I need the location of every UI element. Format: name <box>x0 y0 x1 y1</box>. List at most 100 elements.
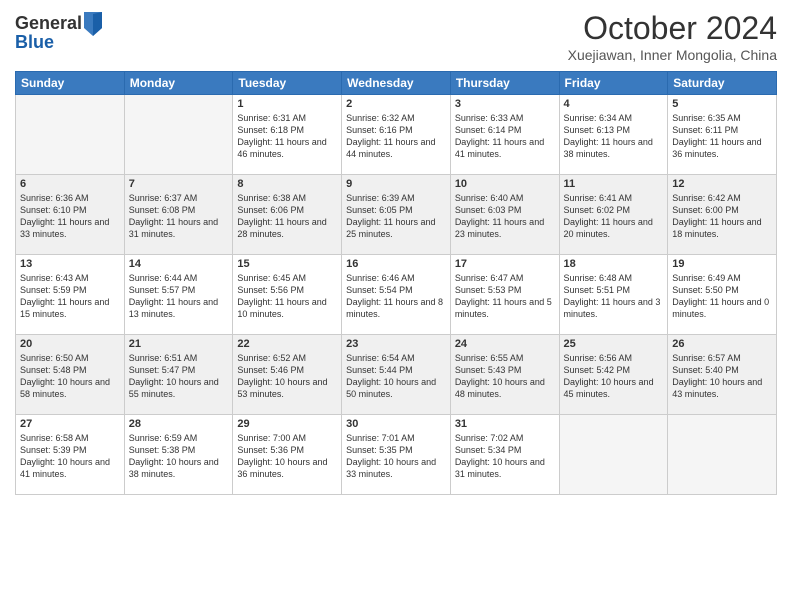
day-number: 30 <box>346 418 446 430</box>
sunrise: Sunrise: 6:55 AM <box>455 353 524 363</box>
sunset: Sunset: 6:02 PM <box>564 205 631 215</box>
day-number: 7 <box>129 178 229 190</box>
calendar-week-2: 6 Sunrise: 6:36 AM Sunset: 6:10 PM Dayli… <box>16 175 777 255</box>
calendar-week-3: 13 Sunrise: 6:43 AM Sunset: 5:59 PM Dayl… <box>16 255 777 335</box>
daylight: Daylight: 11 hours and 0 minutes. <box>672 297 769 319</box>
calendar-cell: 23 Sunrise: 6:54 AM Sunset: 5:44 PM Dayl… <box>342 335 451 415</box>
sunset: Sunset: 5:46 PM <box>237 365 304 375</box>
calendar-cell: 28 Sunrise: 6:59 AM Sunset: 5:38 PM Dayl… <box>124 415 233 495</box>
day-info: Sunrise: 6:52 AM Sunset: 5:46 PM Dayligh… <box>237 352 337 401</box>
calendar-week-1: 1 Sunrise: 6:31 AM Sunset: 6:18 PM Dayli… <box>16 95 777 175</box>
sunset: Sunset: 6:05 PM <box>346 205 413 215</box>
sunrise: Sunrise: 6:59 AM <box>129 433 198 443</box>
sunset: Sunset: 5:42 PM <box>564 365 631 375</box>
calendar-cell: 4 Sunrise: 6:34 AM Sunset: 6:13 PM Dayli… <box>559 95 668 175</box>
calendar-cell: 7 Sunrise: 6:37 AM Sunset: 6:08 PM Dayli… <box>124 175 233 255</box>
day-info: Sunrise: 6:45 AM Sunset: 5:56 PM Dayligh… <box>237 272 337 321</box>
daylight: Daylight: 10 hours and 41 minutes. <box>20 457 110 479</box>
sunrise: Sunrise: 6:57 AM <box>672 353 741 363</box>
sunset: Sunset: 5:53 PM <box>455 285 522 295</box>
sunrise: Sunrise: 6:50 AM <box>20 353 89 363</box>
sunset: Sunset: 6:06 PM <box>237 205 304 215</box>
day-number: 31 <box>455 418 555 430</box>
calendar-cell <box>16 95 125 175</box>
daylight: Daylight: 10 hours and 55 minutes. <box>129 377 219 399</box>
daylight: Daylight: 11 hours and 8 minutes. <box>346 297 443 319</box>
daylight: Daylight: 11 hours and 38 minutes. <box>564 137 653 159</box>
day-info: Sunrise: 6:47 AM Sunset: 5:53 PM Dayligh… <box>455 272 555 321</box>
day-number: 20 <box>20 338 120 350</box>
logo-icon <box>82 10 104 36</box>
sunset: Sunset: 5:36 PM <box>237 445 304 455</box>
sunset: Sunset: 5:48 PM <box>20 365 87 375</box>
calendar-cell: 11 Sunrise: 6:41 AM Sunset: 6:02 PM Dayl… <box>559 175 668 255</box>
day-number: 2 <box>346 98 446 110</box>
calendar-cell <box>124 95 233 175</box>
sunset: Sunset: 5:35 PM <box>346 445 413 455</box>
sunrise: Sunrise: 6:48 AM <box>564 273 633 283</box>
day-info: Sunrise: 6:58 AM Sunset: 5:39 PM Dayligh… <box>20 432 120 481</box>
header-friday: Friday <box>559 72 668 95</box>
day-number: 22 <box>237 338 337 350</box>
sunset: Sunset: 5:38 PM <box>129 445 196 455</box>
sunrise: Sunrise: 6:54 AM <box>346 353 415 363</box>
daylight: Daylight: 11 hours and 18 minutes. <box>672 217 761 239</box>
day-number: 5 <box>672 98 772 110</box>
daylight: Daylight: 11 hours and 33 minutes. <box>20 217 109 239</box>
sunrise: Sunrise: 6:46 AM <box>346 273 415 283</box>
daylight: Daylight: 11 hours and 41 minutes. <box>455 137 544 159</box>
day-number: 8 <box>237 178 337 190</box>
day-number: 1 <box>237 98 337 110</box>
daylight: Daylight: 11 hours and 44 minutes. <box>346 137 435 159</box>
sunset: Sunset: 6:16 PM <box>346 125 413 135</box>
sunrise: Sunrise: 6:34 AM <box>564 113 633 123</box>
daylight: Daylight: 10 hours and 31 minutes. <box>455 457 545 479</box>
calendar-cell: 8 Sunrise: 6:38 AM Sunset: 6:06 PM Dayli… <box>233 175 342 255</box>
day-number: 9 <box>346 178 446 190</box>
sunset: Sunset: 5:50 PM <box>672 285 739 295</box>
header-tuesday: Tuesday <box>233 72 342 95</box>
calendar-cell: 1 Sunrise: 6:31 AM Sunset: 6:18 PM Dayli… <box>233 95 342 175</box>
day-number: 15 <box>237 258 337 270</box>
sunrise: Sunrise: 6:33 AM <box>455 113 524 123</box>
calendar-cell: 13 Sunrise: 6:43 AM Sunset: 5:59 PM Dayl… <box>16 255 125 335</box>
sunset: Sunset: 6:03 PM <box>455 205 522 215</box>
day-number: 21 <box>129 338 229 350</box>
daylight: Daylight: 10 hours and 48 minutes. <box>455 377 545 399</box>
sunset: Sunset: 6:00 PM <box>672 205 739 215</box>
daylight: Daylight: 10 hours and 43 minutes. <box>672 377 762 399</box>
day-info: Sunrise: 7:02 AM Sunset: 5:34 PM Dayligh… <box>455 432 555 481</box>
month-title: October 2024 <box>568 10 777 47</box>
calendar-cell: 20 Sunrise: 6:50 AM Sunset: 5:48 PM Dayl… <box>16 335 125 415</box>
header-monday: Monday <box>124 72 233 95</box>
calendar-header-row: Sunday Monday Tuesday Wednesday Thursday… <box>16 72 777 95</box>
daylight: Daylight: 10 hours and 36 minutes. <box>237 457 327 479</box>
header: General Blue October 2024 Xuejiawan, Inn… <box>15 10 777 63</box>
sunset: Sunset: 5:40 PM <box>672 365 739 375</box>
daylight: Daylight: 10 hours and 45 minutes. <box>564 377 654 399</box>
daylight: Daylight: 10 hours and 33 minutes. <box>346 457 436 479</box>
calendar-cell: 14 Sunrise: 6:44 AM Sunset: 5:57 PM Dayl… <box>124 255 233 335</box>
calendar-cell: 5 Sunrise: 6:35 AM Sunset: 6:11 PM Dayli… <box>668 95 777 175</box>
header-wednesday: Wednesday <box>342 72 451 95</box>
sunrise: Sunrise: 6:56 AM <box>564 353 633 363</box>
sunset: Sunset: 5:54 PM <box>346 285 413 295</box>
sunset: Sunset: 5:39 PM <box>20 445 87 455</box>
day-number: 16 <box>346 258 446 270</box>
daylight: Daylight: 10 hours and 50 minutes. <box>346 377 436 399</box>
daylight: Daylight: 10 hours and 53 minutes. <box>237 377 327 399</box>
sunset: Sunset: 5:59 PM <box>20 285 87 295</box>
sunset: Sunset: 5:47 PM <box>129 365 196 375</box>
daylight: Daylight: 11 hours and 23 minutes. <box>455 217 544 239</box>
day-info: Sunrise: 6:31 AM Sunset: 6:18 PM Dayligh… <box>237 112 337 161</box>
sunrise: Sunrise: 6:31 AM <box>237 113 306 123</box>
day-number: 4 <box>564 98 664 110</box>
daylight: Daylight: 11 hours and 20 minutes. <box>564 217 653 239</box>
daylight: Daylight: 11 hours and 36 minutes. <box>672 137 761 159</box>
day-info: Sunrise: 6:44 AM Sunset: 5:57 PM Dayligh… <box>129 272 229 321</box>
daylight: Daylight: 11 hours and 5 minutes. <box>455 297 552 319</box>
sunset: Sunset: 5:51 PM <box>564 285 631 295</box>
calendar-cell: 29 Sunrise: 7:00 AM Sunset: 5:36 PM Dayl… <box>233 415 342 495</box>
day-number: 12 <box>672 178 772 190</box>
title-block: October 2024 Xuejiawan, Inner Mongolia, … <box>568 10 777 63</box>
